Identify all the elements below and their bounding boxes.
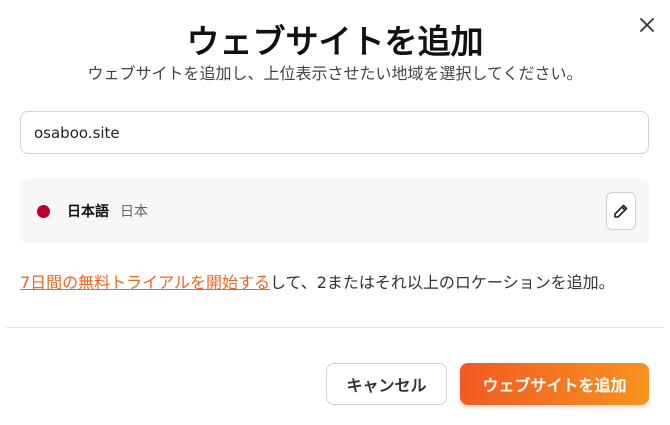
trial-promo-rest: して、2またはそれ以上のロケーションを追加。 [270, 273, 615, 292]
cancel-button[interactable]: キャンセル [326, 363, 447, 405]
add-website-button[interactable]: ウェブサイトを追加 [460, 363, 649, 405]
location-row: 日本語 日本 [20, 179, 649, 243]
add-website-dialog: ウェブサイトを追加 ウェブサイトを追加し、上位表示させたい地域を選択してください… [0, 0, 670, 425]
start-trial-link[interactable]: 7日間の無料トライアルを開始する [20, 273, 270, 292]
japan-flag-icon [37, 205, 50, 218]
trial-promo-text: 7日間の無料トライアルを開始するして、2またはそれ以上のロケーションを追加。 [20, 272, 660, 294]
language-label: 日本語 [67, 204, 109, 220]
website-url-input[interactable] [20, 111, 649, 154]
region-label: 日本 [120, 204, 148, 220]
footer-divider [6, 327, 664, 328]
dialog-subtitle: ウェブサイトを追加し、上位表示させたい地域を選択してください。 [87, 64, 583, 83]
pencil-icon [614, 204, 628, 218]
edit-location-button[interactable] [606, 192, 636, 230]
dialog-title: ウェブサイトを追加 [186, 22, 484, 61]
